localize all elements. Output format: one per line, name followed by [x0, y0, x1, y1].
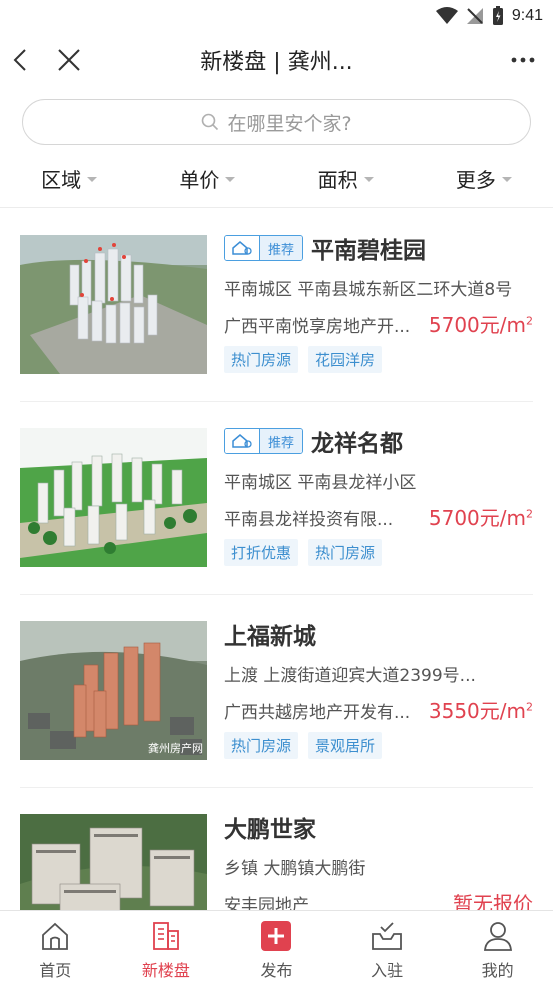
status-icons: 9:41	[435, 5, 543, 27]
listing-address: 平南城区 平南县龙祥小区	[224, 473, 417, 492]
listing-title: 上福新城	[224, 624, 316, 650]
listing-address: 乡镇 大鹏镇大鹏街	[224, 859, 366, 878]
status-bar: 9:41	[0, 0, 553, 32]
filter-bar: 区域 单价 面积 更多	[0, 156, 553, 200]
listing-item[interactable]: 大鹏世家 乡镇 大鹏镇大鹏街 安丰园地产 暂无报价	[20, 787, 533, 910]
listing-title: 大鹏世家	[224, 817, 316, 843]
tab-label: 我的	[481, 961, 514, 980]
listing-image: 龚州房产网	[20, 621, 207, 760]
listing-info: 推荐 平南碧桂园 平南城区 平南县城东新区二环大道8号 广西平南悦享房地产开..…	[224, 230, 533, 373]
listing-developer: 平南县龙祥投资有限...	[224, 510, 394, 530]
listing-tags: 热门房源 景观居所	[224, 732, 533, 759]
listing-tag: 热门房源	[224, 346, 299, 373]
listing-item[interactable]: 推荐 龙祥名都 平南城区 平南县龙祥小区 平南县龙祥投资有限... 5700元/…	[20, 401, 533, 575]
caret-down-icon	[363, 177, 374, 182]
listing-item[interactable]: 龚州房产网 上福新城 上渡 上渡街道迎宾大道2399号... 广西共越房地产开发…	[20, 594, 533, 768]
caret-down-icon	[225, 177, 236, 182]
caret-down-icon	[501, 177, 512, 182]
listing-developer: 安丰园地产	[224, 896, 309, 910]
page-title: 新楼盘 | 龚州...	[200, 50, 353, 75]
no-signal-icon	[466, 8, 483, 24]
status-time: 9:41	[511, 7, 543, 24]
listing-list: 推荐 平南碧桂园 平南城区 平南县城东新区二环大道8号 广西平南悦享房地产开..…	[0, 208, 553, 910]
listing-tag: 打折优惠	[224, 539, 299, 566]
listing-tag: 花园洋房	[308, 346, 383, 373]
close-icon[interactable]	[56, 46, 82, 74]
tab-label: 首页	[39, 961, 72, 980]
filter-more[interactable]: 更多	[415, 156, 553, 200]
listing-tags: 打折优惠 热门房源	[224, 539, 533, 566]
listing-price: 暂无报价	[453, 892, 533, 910]
listing-developer: 广西共越房地产开发有...	[224, 703, 411, 723]
listing-title: 平南碧桂园	[311, 238, 427, 264]
home-tag-icon	[232, 241, 252, 255]
caret-down-icon	[87, 177, 98, 182]
filter-label: 更多	[455, 167, 496, 192]
filter-label: 单价	[179, 167, 220, 192]
recommend-label: 推荐	[259, 429, 303, 453]
tab-new-properties[interactable]: 新楼盘	[111, 911, 222, 983]
tab-label: 发布	[260, 961, 293, 980]
building-icon	[152, 922, 179, 950]
tab-publish[interactable]: 发布	[221, 911, 332, 983]
filter-unit-price[interactable]: 单价	[138, 156, 276, 200]
inbox-check-icon	[372, 922, 402, 950]
tab-home[interactable]: 首页	[0, 911, 111, 983]
listing-address: 上渡 上渡街道迎宾大道2399号...	[224, 666, 476, 685]
user-icon	[483, 922, 512, 951]
listing-tag: 景观居所	[308, 732, 383, 759]
listing-image	[20, 235, 207, 374]
tab-label: 入驻	[371, 961, 404, 980]
listing-tag: 热门房源	[308, 539, 383, 566]
battery-icon	[492, 6, 503, 25]
listing-image	[20, 814, 207, 910]
listing-tags: 热门房源 花园洋房	[224, 346, 533, 373]
listing-developer: 广西平南悦享房地产开...	[224, 317, 411, 337]
nav-bar: 新楼盘 | 龚州...	[0, 32, 553, 88]
search-icon	[202, 113, 219, 131]
tab-mine[interactable]: 我的	[442, 911, 553, 983]
listing-image	[20, 428, 207, 567]
search-placeholder: 在哪里安个家?	[227, 112, 352, 135]
tab-label: 新楼盘	[141, 961, 190, 980]
filter-label: 面积	[317, 167, 358, 192]
image-watermark: 龚州房产网	[148, 742, 203, 755]
listing-price: 3550元/m2	[428, 699, 533, 723]
back-icon[interactable]	[8, 44, 32, 76]
listing-title: 龙祥名都	[311, 431, 404, 457]
recommend-badge: 推荐	[224, 428, 304, 454]
listing-price: 5700元/m2	[428, 313, 533, 337]
tab-join[interactable]: 入驻	[332, 911, 443, 983]
listing-tag: 热门房源	[224, 732, 299, 759]
home-tag-icon	[232, 434, 252, 448]
listing-info: 推荐 龙祥名都 平南城区 平南县龙祥小区 平南县龙祥投资有限... 5700元/…	[224, 423, 533, 566]
filter-area[interactable]: 面积	[277, 156, 415, 200]
search-input[interactable]: 在哪里安个家?	[22, 99, 531, 145]
filter-region[interactable]: 区域	[0, 156, 138, 200]
home-icon	[42, 922, 69, 950]
plus-square-icon	[261, 921, 292, 951]
bottom-tab-bar: 首页 新楼盘 发布 入驻 我的	[0, 910, 553, 983]
listing-address: 平南城区 平南县城东新区二环大道8号	[224, 280, 513, 299]
more-icon[interactable]	[509, 48, 537, 72]
recommend-badge: 推荐	[224, 235, 304, 261]
listing-info: 上福新城 上渡 上渡街道迎宾大道2399号... 广西共越房地产开发有... 3…	[224, 616, 533, 759]
listing-price: 5700元/m2	[428, 506, 533, 530]
wifi-icon	[435, 7, 458, 24]
listing-info: 大鹏世家 乡镇 大鹏镇大鹏街 安丰园地产 暂无报价	[224, 809, 533, 910]
listing-item[interactable]: 推荐 平南碧桂园 平南城区 平南县城东新区二环大道8号 广西平南悦享房地产开..…	[20, 208, 533, 382]
filter-label: 区域	[41, 167, 82, 192]
recommend-label: 推荐	[259, 236, 303, 260]
